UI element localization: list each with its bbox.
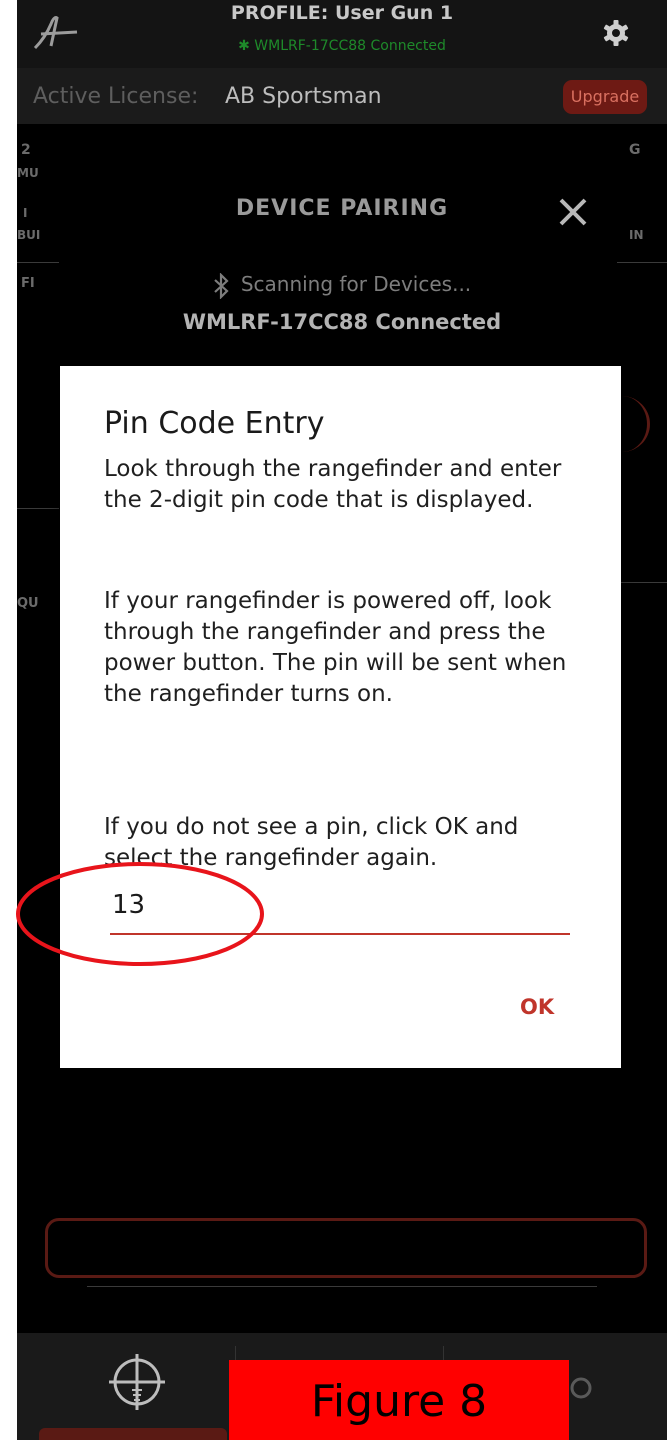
license-value: AB Sportsman	[225, 84, 382, 109]
dialog-paragraph-1: Look through the rangefinder and enter t…	[104, 456, 562, 513]
bg-edge-text: IN	[629, 228, 644, 242]
connection-status-text: WMLRF-17CC88 Connected	[254, 38, 446, 54]
connected-device: WMLRF-17CC88 Connected	[182, 310, 502, 334]
pin-input[interactable]: 13	[112, 890, 145, 920]
scanning-text: Scanning for Devices...	[240, 272, 472, 296]
close-icon[interactable]	[555, 194, 591, 230]
bg-edge-text: QU	[17, 596, 39, 611]
bluetooth-icon: ✱	[238, 38, 255, 54]
nav-active-tab[interactable]	[39, 1428, 227, 1440]
divider	[87, 1286, 597, 1287]
profile-title[interactable]: PROFILE: User Gun 1	[17, 2, 667, 24]
license-label: Active License:	[33, 84, 199, 109]
upgrade-button[interactable]: Upgrade	[563, 80, 647, 114]
divider	[617, 262, 667, 263]
gear-icon[interactable]	[601, 18, 631, 48]
bg-edge-text: MU	[17, 166, 39, 180]
bg-edge-text: G	[629, 142, 641, 158]
bluetooth-icon	[214, 272, 229, 299]
bg-edge-text: 2	[21, 142, 31, 158]
divider	[617, 582, 667, 583]
dialog-paragraph-2: If your rangefinder is powered off, look…	[104, 588, 567, 707]
connection-status: ✱ WMLRF-17CC88 Connected	[17, 38, 667, 54]
divider	[17, 262, 59, 263]
pin-input-underline	[110, 933, 570, 935]
bg-edge-text: BUI	[17, 228, 41, 242]
dialog-title: Pin Code Entry	[104, 406, 325, 441]
reticle-icon[interactable]	[105, 1350, 169, 1414]
ok-button[interactable]: OK	[520, 995, 554, 1019]
figure-caption: Figure 8	[229, 1360, 569, 1440]
scanning-status: Scanning for Devices...	[17, 272, 667, 299]
dialog-paragraph-3: If you do not see a pin, click OK and se…	[104, 814, 519, 871]
background-button	[45, 1218, 647, 1278]
divider	[17, 508, 59, 509]
